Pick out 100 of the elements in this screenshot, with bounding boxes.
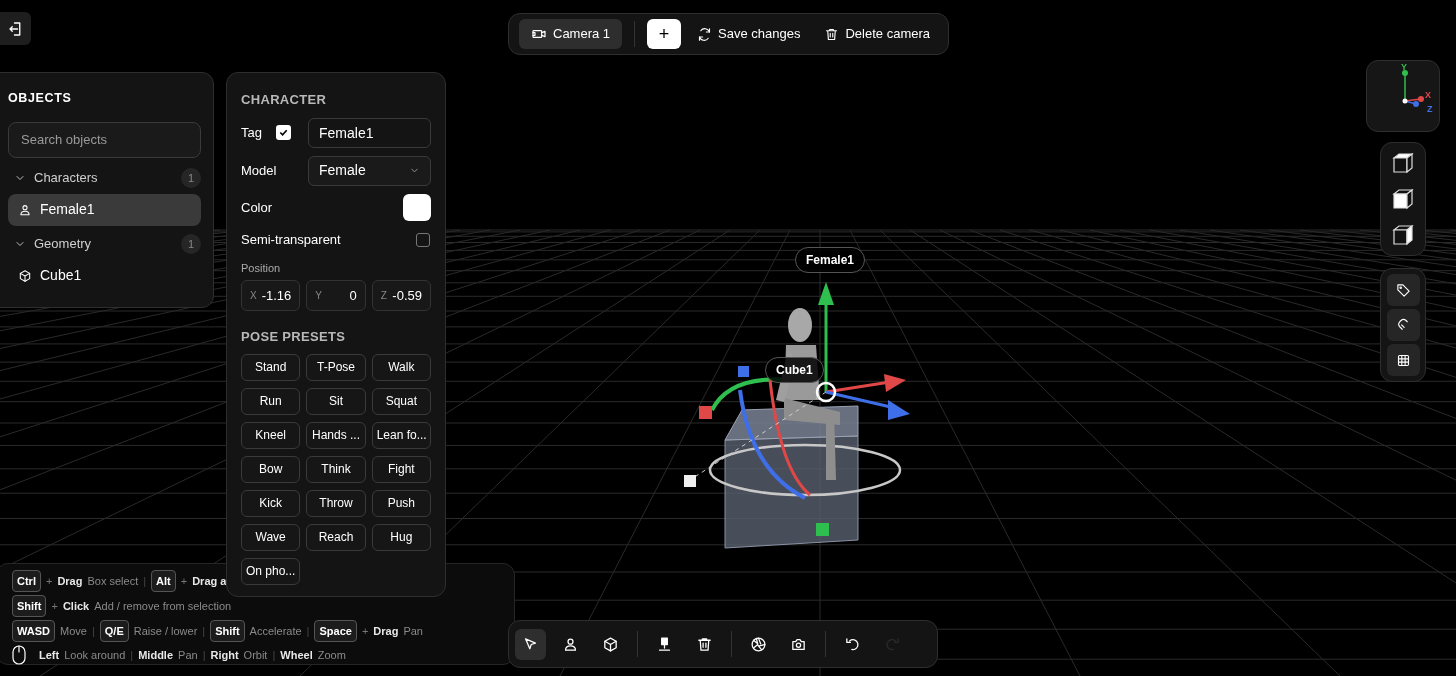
key-label: Shift xyxy=(12,594,47,618)
group-header[interactable]: Characters 1 xyxy=(8,165,201,190)
plus-sign: + xyxy=(45,573,53,589)
delete-camera-button[interactable]: Delete camera xyxy=(816,19,939,49)
pose-preset-button[interactable]: Throw xyxy=(306,489,366,517)
pose-preset-button[interactable]: Stand xyxy=(241,353,301,381)
pose-preset-button[interactable]: Run xyxy=(241,387,301,415)
axis-label: X xyxy=(1425,89,1431,102)
action-description: Raise / lower xyxy=(133,623,198,639)
pose-preset-button[interactable]: Walk xyxy=(371,353,431,381)
action-text: Wheel xyxy=(280,647,313,663)
action-description: Orbit xyxy=(243,647,268,663)
exit-button[interactable] xyxy=(0,12,31,45)
pose-preset-button[interactable]: Fight xyxy=(371,455,431,483)
key-label: Space xyxy=(314,619,357,643)
field-label: Model xyxy=(241,161,277,180)
pose-preset-button[interactable]: Sit xyxy=(306,387,366,415)
magnet-button[interactable] xyxy=(1386,309,1420,341)
refresh-icon xyxy=(697,26,713,42)
action-text: Click xyxy=(62,598,90,614)
panel-title: CHARACTER xyxy=(241,91,328,109)
cube-face-icon xyxy=(1392,224,1414,246)
tag-icon xyxy=(1395,282,1411,298)
pose-preset-button[interactable]: Kneel xyxy=(241,421,301,449)
view-button[interactable] xyxy=(1390,186,1416,212)
cube-face-icon xyxy=(1392,152,1414,174)
key-label: Alt xyxy=(151,569,176,593)
key-label: Q/E xyxy=(99,619,129,643)
group-header[interactable]: Geometry 1 xyxy=(8,231,201,256)
grid-button[interactable] xyxy=(1386,344,1420,376)
separator-text: | xyxy=(202,623,206,639)
camera-tab[interactable]: Camera 1 xyxy=(519,19,623,49)
pose-preset-button[interactable]: Lean fo... xyxy=(371,421,431,449)
action-description: Pan xyxy=(403,623,423,639)
color-swatch[interactable] xyxy=(403,194,431,221)
plus-sign: + xyxy=(51,598,58,614)
plus-sign: + xyxy=(361,623,369,639)
key-label: Shift xyxy=(210,619,245,643)
field-label: Color xyxy=(241,198,273,217)
grid-icon xyxy=(1395,352,1411,368)
tag-input-field[interactable]: Female1 xyxy=(308,117,431,148)
key-label: Ctrl xyxy=(12,569,41,593)
action-description: Box select xyxy=(87,573,139,589)
count-badge: 1 xyxy=(181,167,201,188)
pose-preset-button[interactable]: Hands ... xyxy=(306,421,366,449)
action-description: Move xyxy=(60,623,87,639)
separator-text: | xyxy=(272,647,276,663)
panel-title: OBJECTS xyxy=(8,90,73,107)
tag-button[interactable] xyxy=(1386,274,1420,306)
count-badge: 1 xyxy=(181,233,201,254)
section-title: POSE PRESETS xyxy=(241,328,347,346)
pose-preset-button[interactable]: Bow xyxy=(241,455,301,483)
pose-preset-button[interactable]: Wave xyxy=(241,523,301,551)
action-description: Zoom xyxy=(317,647,346,663)
cube-face-icon xyxy=(1392,188,1414,210)
add-camera-button[interactable]: + xyxy=(647,19,682,49)
action-text: Drag xyxy=(57,573,83,589)
trash-icon xyxy=(824,26,840,42)
pose-preset-button[interactable]: T-Pose xyxy=(306,353,366,381)
pose-preset-button[interactable]: Push xyxy=(371,489,431,517)
action-text: Drag a xyxy=(192,573,227,589)
action-description: Look around xyxy=(64,647,126,663)
object-name-label: Cube1 xyxy=(765,357,824,383)
key-label: WASD xyxy=(12,619,55,643)
action-description: Add / remove from selection xyxy=(94,598,232,614)
view-button[interactable] xyxy=(1390,222,1416,248)
pose-preset-button[interactable]: Squat xyxy=(371,387,431,415)
search-field[interactable]: Search objects xyxy=(8,121,201,158)
person-icon xyxy=(18,202,32,217)
pose-preset-button[interactable]: Kick xyxy=(241,489,301,517)
action-text: Middle xyxy=(138,647,174,663)
select-tool-button[interactable] xyxy=(515,628,546,660)
model-dropdown[interactable]: Female xyxy=(308,155,431,186)
separator-text: | xyxy=(306,623,310,639)
checkbox[interactable] xyxy=(276,125,291,140)
mouse-icon xyxy=(12,645,26,665)
separator-text: | xyxy=(130,647,134,663)
checkmark-icon xyxy=(278,127,289,138)
axis-label: Y xyxy=(1401,61,1407,74)
action-text: Drag xyxy=(373,623,399,639)
action-text: Right xyxy=(210,647,239,663)
save-changes-button[interactable]: Save changes xyxy=(689,19,809,49)
pose-preset-button[interactable]: Reach xyxy=(306,523,366,551)
section-label: Position xyxy=(241,260,282,276)
plus-sign: + xyxy=(180,573,188,589)
view-button[interactable] xyxy=(1390,150,1416,176)
position-input-field[interactable]: X -1.16 xyxy=(241,280,301,311)
pose-preset-button[interactable]: On pho... xyxy=(241,557,301,585)
action-text: Left xyxy=(39,647,60,663)
object-list-item[interactable]: Female1 xyxy=(8,193,201,226)
axis-gizmo-drawing xyxy=(1402,70,1424,107)
object-list-item[interactable]: Cube1 xyxy=(8,259,201,292)
cube-icon xyxy=(18,268,32,283)
position-input-field[interactable]: Z -0.59 xyxy=(371,280,431,311)
pose-preset-button[interactable]: Hug xyxy=(371,523,431,551)
position-input-field[interactable]: Y 0 xyxy=(306,280,366,311)
axis-label: Z xyxy=(1427,103,1433,116)
checkbox[interactable] xyxy=(416,232,430,247)
separator-text: | xyxy=(91,623,95,639)
pose-preset-button[interactable]: Think xyxy=(306,455,366,483)
